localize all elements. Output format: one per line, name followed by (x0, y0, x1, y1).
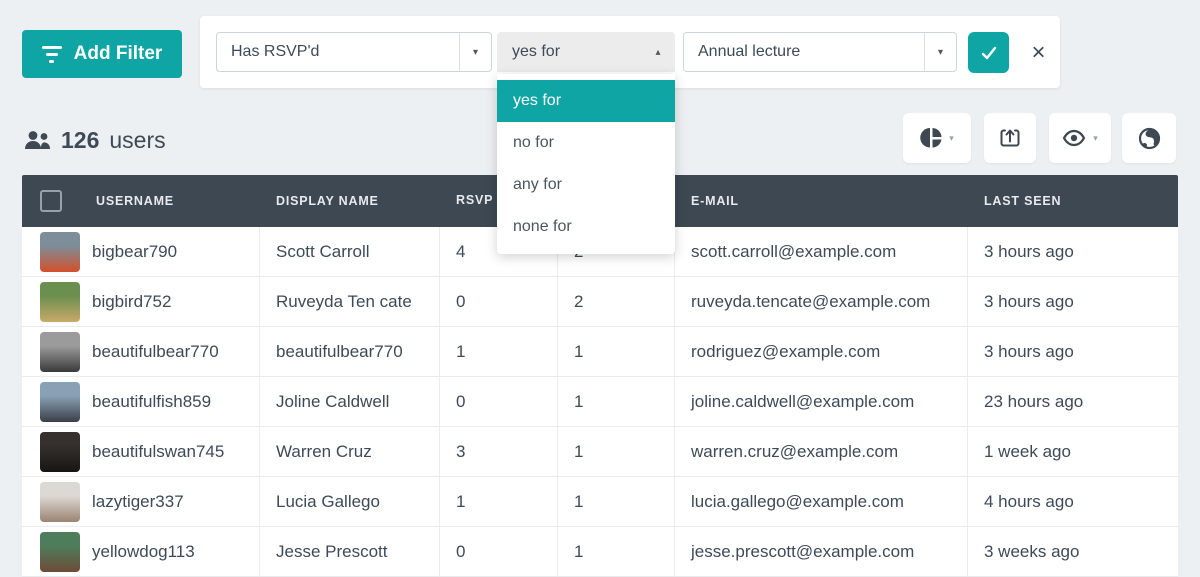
username-cell: bigbird752 (92, 292, 171, 312)
export-icon (999, 127, 1021, 149)
chart-view-button[interactable]: ▾ (903, 113, 971, 163)
user-count-label: users (109, 127, 165, 154)
display-name-cell: Ruveyda Ten cate (276, 292, 412, 312)
select-all-checkbox[interactable] (40, 190, 62, 212)
visibility-button[interactable]: ▾ (1049, 113, 1111, 163)
apply-filter-button[interactable] (968, 32, 1009, 73)
globe-icon (1138, 127, 1161, 150)
filter-condition-select[interactable]: Has RSVP'd ▾ (216, 32, 492, 72)
last-seen-cell: 3 weeks ago (984, 542, 1079, 562)
email-cell: scott.carroll@example.com (691, 242, 896, 262)
table-row[interactable]: yellowdog113 Jesse Prescott 0 1 jesse.pr… (22, 527, 1178, 577)
email-cell: warren.cruz@example.com (691, 442, 898, 462)
email-cell: rodriguez@example.com (691, 342, 880, 362)
display-name-cell: Lucia Gallego (276, 492, 380, 512)
avatar (40, 482, 80, 522)
chevron-down-icon: ▾ (949, 133, 954, 144)
table-row[interactable]: beautifulbear770 beautifulbear770 1 1 ro… (22, 327, 1178, 377)
last-seen-cell: 4 hours ago (984, 492, 1074, 512)
rsvp-count-cell: 1 (574, 392, 583, 412)
operator-dropdown-menu: yes forno forany fornone for (497, 74, 675, 254)
rsvp-yes-cell: 0 (456, 292, 465, 312)
chevron-down-icon: ▾ (1093, 133, 1098, 144)
rsvp-yes-cell: 4 (456, 242, 465, 262)
eye-icon (1062, 129, 1086, 147)
table-row[interactable]: beautifulswan745 Warren Cruz 3 1 warren.… (22, 427, 1178, 477)
display-name-cell: Jesse Prescott (276, 542, 388, 562)
email-cell: lucia.gallego@example.com (691, 492, 904, 512)
avatar (40, 232, 80, 272)
add-filter-button[interactable]: Add Filter (22, 30, 182, 78)
rsvp-yes-cell: 3 (456, 442, 465, 462)
username-cell: beautifulswan745 (92, 442, 224, 462)
chevron-down-icon: ▾ (924, 33, 956, 71)
close-icon: × (1031, 39, 1045, 66)
rsvp-count-cell: 2 (574, 292, 583, 312)
add-filter-label: Add Filter (74, 43, 163, 65)
pie-chart-icon (920, 127, 942, 149)
display-name-cell: Joline Caldwell (276, 392, 389, 412)
filter-operator-value: yes for (498, 43, 642, 61)
rsvp-count-cell: 1 (574, 342, 583, 362)
rsvp-count-cell: 1 (574, 442, 583, 462)
avatar (40, 382, 80, 422)
last-seen-cell: 1 week ago (984, 442, 1071, 462)
column-header-email: E-MAIL (691, 194, 739, 208)
dropdown-option[interactable]: none for (497, 206, 675, 248)
check-icon (979, 43, 999, 63)
username-cell: beautifulfish859 (92, 392, 211, 412)
column-header-last-seen: LAST SEEN (984, 194, 1061, 208)
table-row[interactable]: beautifulfish859 Joline Caldwell 0 1 jol… (22, 377, 1178, 427)
avatar (40, 432, 80, 472)
rsvp-yes-cell: 1 (456, 492, 465, 512)
remove-filter-button[interactable]: × (1018, 32, 1059, 73)
email-cell: ruveyda.tencate@example.com (691, 292, 930, 312)
rsvp-count-cell: 1 (574, 542, 583, 562)
last-seen-cell: 23 hours ago (984, 392, 1083, 412)
last-seen-cell: 3 hours ago (984, 242, 1074, 262)
globe-button[interactable] (1122, 113, 1176, 163)
user-count-summary: 126 users (24, 124, 166, 156)
username-cell: yellowdog113 (92, 542, 195, 562)
avatar (40, 532, 80, 572)
email-cell: jesse.prescott@example.com (691, 542, 914, 562)
username-cell: bigbear790 (92, 242, 177, 262)
avatar (40, 282, 80, 322)
display-name-cell: Scott Carroll (276, 242, 370, 262)
table-body: bigbear790 Scott Carroll 4 2 scott.carro… (22, 227, 1178, 577)
table-row[interactable]: bigbird752 Ruveyda Ten cate 0 2 ruveyda.… (22, 277, 1178, 327)
last-seen-cell: 3 hours ago (984, 342, 1074, 362)
users-icon (24, 130, 51, 150)
filter-value-select[interactable]: Annual lecture ▾ (683, 32, 957, 72)
dropdown-option[interactable]: no for (497, 122, 675, 164)
rsvp-yes-cell: 0 (456, 542, 465, 562)
filter-value-value: Annual lecture (684, 43, 924, 61)
filter-condition-value: Has RSVP'd (217, 43, 459, 61)
user-count: 126 (61, 127, 99, 154)
export-button[interactable] (984, 113, 1036, 163)
table-row[interactable]: lazytiger337 Lucia Gallego 1 1 lucia.gal… (22, 477, 1178, 527)
dropdown-option[interactable]: any for (497, 164, 675, 206)
column-header-display-name: DISPLAY NAME (276, 194, 379, 208)
rsvp-yes-cell: 1 (456, 342, 465, 362)
display-name-cell: Warren Cruz (276, 442, 372, 462)
dropdown-option[interactable]: yes for (497, 80, 675, 122)
chevron-down-icon: ▾ (459, 33, 491, 71)
rsvp-yes-cell: 0 (456, 392, 465, 412)
email-cell: joline.caldwell@example.com (691, 392, 914, 412)
display-name-cell: beautifulbear770 (276, 342, 403, 362)
last-seen-cell: 3 hours ago (984, 292, 1074, 312)
filter-operator-select[interactable]: yes for ▴ (497, 32, 675, 72)
avatar (40, 332, 80, 372)
filter-icon (42, 46, 62, 63)
username-cell: lazytiger337 (92, 492, 184, 512)
column-header-username: USERNAME (96, 194, 174, 208)
username-cell: beautifulbear770 (92, 342, 219, 362)
chevron-up-icon: ▴ (642, 33, 674, 71)
rsvp-count-cell: 1 (574, 492, 583, 512)
